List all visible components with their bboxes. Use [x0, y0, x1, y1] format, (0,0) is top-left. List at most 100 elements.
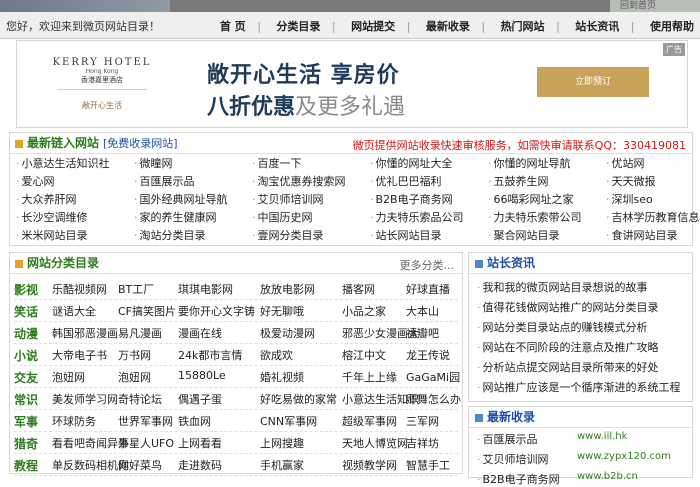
- category-site-link[interactable]: 走进数码: [178, 457, 222, 473]
- category-site-link[interactable]: 福瓣吧: [406, 325, 439, 341]
- latest-site-link[interactable]: 天天微报: [606, 173, 656, 189]
- category-site-link[interactable]: 千年上上缘: [342, 369, 397, 385]
- latest-site-link[interactable]: 米米网站目录: [16, 227, 88, 243]
- more-categories-link[interactable]: 更多分类...: [400, 257, 455, 273]
- news-link[interactable]: 网站推广应该是一个循序渐进的系统工程: [477, 379, 681, 395]
- category-site-link[interactable]: 三军网: [406, 413, 439, 429]
- category-site-link[interactable]: 放放电影网: [260, 281, 315, 297]
- nav-help[interactable]: 使用帮助: [650, 20, 694, 33]
- news-link[interactable]: 网站在不同阶段的注意点及推广攻略: [477, 339, 659, 355]
- latest-site-link[interactable]: 吉林学历教育信息: [606, 209, 700, 225]
- recent-site-link[interactable]: B2B电子商务网 www.b2b.cn: [477, 471, 638, 487]
- category-site-link[interactable]: 偶遇子蛋: [178, 391, 222, 407]
- category-site-link[interactable]: 小品之家: [342, 303, 386, 319]
- category-site-link[interactable]: 奇特论坛: [118, 391, 162, 407]
- category-site-link[interactable]: 吉祥坊: [406, 435, 439, 451]
- latest-site-link[interactable]: 深圳seo: [606, 191, 653, 207]
- category-site-link[interactable]: GaGaMi园: [406, 369, 460, 385]
- latest-site-link[interactable]: 大众养肝网: [16, 191, 77, 207]
- category-site-link[interactable]: 好无聊哦: [260, 303, 304, 319]
- nav-latest[interactable]: 最新收录: [426, 20, 470, 33]
- category-site-link[interactable]: 琪琪电影网: [178, 281, 233, 297]
- category-site-link[interactable]: 24k都市言情: [178, 347, 242, 363]
- free-submit-link[interactable]: [免费收录网站]: [103, 137, 178, 150]
- category-site-link[interactable]: 大本山: [406, 303, 439, 319]
- ad-banner[interactable]: KERRY HOTEL Hong Kong 香港嘉里酒店 敞开心生活 敞开心生活…: [16, 40, 688, 128]
- category-site-link[interactable]: 好吃易做的家常: [260, 391, 337, 407]
- latest-site-link[interactable]: 爱心网: [16, 173, 55, 189]
- latest-site-link[interactable]: 壹网分类目录: [252, 227, 324, 243]
- category-site-link[interactable]: 谜语大全: [52, 303, 96, 319]
- category-site-link[interactable]: 播客网: [342, 281, 375, 297]
- latest-site-link[interactable]: 长沙空调维修: [16, 209, 88, 225]
- category-name[interactable]: 猎奇: [14, 435, 38, 452]
- latest-site-link[interactable]: B2B电子商务网: [370, 191, 453, 207]
- category-site-link[interactable]: 大帝电子书: [52, 347, 107, 363]
- latest-site-link[interactable]: 中国历史网: [252, 209, 313, 225]
- latest-site-link[interactable]: 食讲网站目录: [606, 227, 678, 243]
- category-site-link[interactable]: 欲成欢: [260, 347, 293, 363]
- category-site-link[interactable]: 万书网: [118, 347, 151, 363]
- category-name[interactable]: 动漫: [14, 325, 38, 342]
- category-site-link[interactable]: 世界军事网: [118, 413, 173, 429]
- fast-review-notice[interactable]: 微页提供网站收录快速审核服务，如需快审请联系QQ：330419081: [353, 137, 686, 153]
- category-site-link[interactable]: 漫画在线: [178, 325, 222, 341]
- category-site-link[interactable]: 乐酷视频网: [52, 281, 107, 297]
- category-site-link[interactable]: 卿舞怎么办: [406, 391, 461, 407]
- latest-site-link[interactable]: 聚合网站目录: [488, 227, 560, 243]
- category-site-link[interactable]: 婚礼视频: [260, 369, 304, 385]
- news-link[interactable]: 分析站点提交网站目录所带来的好处: [477, 359, 659, 375]
- recent-site-link[interactable]: 艾贝师培训网 www.zypx120.com: [477, 451, 671, 467]
- latest-site-link[interactable]: 力夫特乐索带公司: [488, 209, 582, 225]
- latest-site-link[interactable]: 艾贝师培训网: [252, 191, 324, 207]
- latest-site-link[interactable]: 你懂的网址导航: [488, 155, 571, 171]
- top-strip-right[interactable]: 回到首页: [610, 0, 700, 12]
- category-site-link[interactable]: 铁血网: [178, 413, 211, 429]
- category-site-link[interactable]: 外星人UFO: [118, 435, 174, 451]
- latest-site-link[interactable]: 小意达生活知识社: [16, 155, 110, 171]
- latest-site-link[interactable]: 百度一下: [252, 155, 302, 171]
- news-link[interactable]: 值得花钱做网站推广的网站分类目录: [477, 299, 659, 315]
- latest-site-link[interactable]: 五鼓养生网: [488, 173, 549, 189]
- latest-site-link[interactable]: 家的养生健康网: [134, 209, 217, 225]
- category-site-link[interactable]: 天地人博览网: [342, 435, 408, 451]
- latest-site-link[interactable]: 你懂的网址大全: [370, 155, 453, 171]
- category-name[interactable]: 常识: [14, 391, 38, 408]
- latest-site-link[interactable]: 力夫特乐索品公司: [370, 209, 464, 225]
- category-site-link[interactable]: 上网搜趣: [260, 435, 304, 451]
- category-site-link[interactable]: 泡妞网: [118, 369, 151, 385]
- category-site-link[interactable]: 手机赢家: [260, 457, 304, 473]
- category-site-link[interactable]: 好球直播: [406, 281, 450, 297]
- nav-submit[interactable]: 网站提交: [351, 20, 395, 33]
- category-site-link[interactable]: 视频教学网: [342, 457, 397, 473]
- category-site-link[interactable]: 要你开心文字铸: [178, 303, 255, 319]
- category-site-link[interactable]: 泡妞网: [52, 369, 85, 385]
- category-name[interactable]: 教程: [14, 457, 38, 474]
- category-site-link[interactable]: 上网看看: [178, 435, 222, 451]
- latest-site-link[interactable]: 微瞳网: [134, 155, 173, 171]
- category-site-link[interactable]: 榕江中文: [342, 347, 386, 363]
- latest-site-link[interactable]: 66喝彩网址之家: [488, 191, 574, 207]
- category-name[interactable]: 军事: [14, 413, 38, 430]
- news-link[interactable]: 网站分类目录站点的赚钱模式分析: [477, 319, 648, 335]
- category-name[interactable]: 影视: [14, 281, 38, 298]
- category-site-link[interactable]: 易凡漫画: [118, 325, 162, 341]
- category-site-link[interactable]: BT工厂: [118, 281, 154, 297]
- book-now-button[interactable]: 立即预订: [537, 67, 649, 97]
- category-site-link[interactable]: 环球防务: [52, 413, 96, 429]
- latest-site-link[interactable]: 优礼巴巴福利: [370, 173, 442, 189]
- latest-site-link[interactable]: 国外经典网址导航: [134, 191, 228, 207]
- category-name[interactable]: 交友: [14, 369, 38, 386]
- category-site-link[interactable]: CNN军事网: [260, 413, 317, 429]
- category-site-link[interactable]: 极爱动漫网: [260, 325, 315, 341]
- category-site-link[interactable]: 15880Le: [178, 369, 226, 382]
- nav-hot[interactable]: 热门网站: [501, 20, 545, 33]
- latest-site-link[interactable]: 百匯展示品: [134, 173, 195, 189]
- nav-home[interactable]: 首 页: [220, 20, 246, 33]
- category-site-link[interactable]: 你好菜鸟: [118, 457, 162, 473]
- news-link[interactable]: 我和我的微页网站目录想说的故事: [477, 279, 648, 295]
- latest-site-link[interactable]: 淘宝优惠券搜索网: [252, 173, 346, 189]
- nav-categories[interactable]: 分类目录: [276, 20, 320, 33]
- category-name[interactable]: 笑话: [14, 303, 38, 320]
- nav-news[interactable]: 站长资讯: [575, 20, 619, 33]
